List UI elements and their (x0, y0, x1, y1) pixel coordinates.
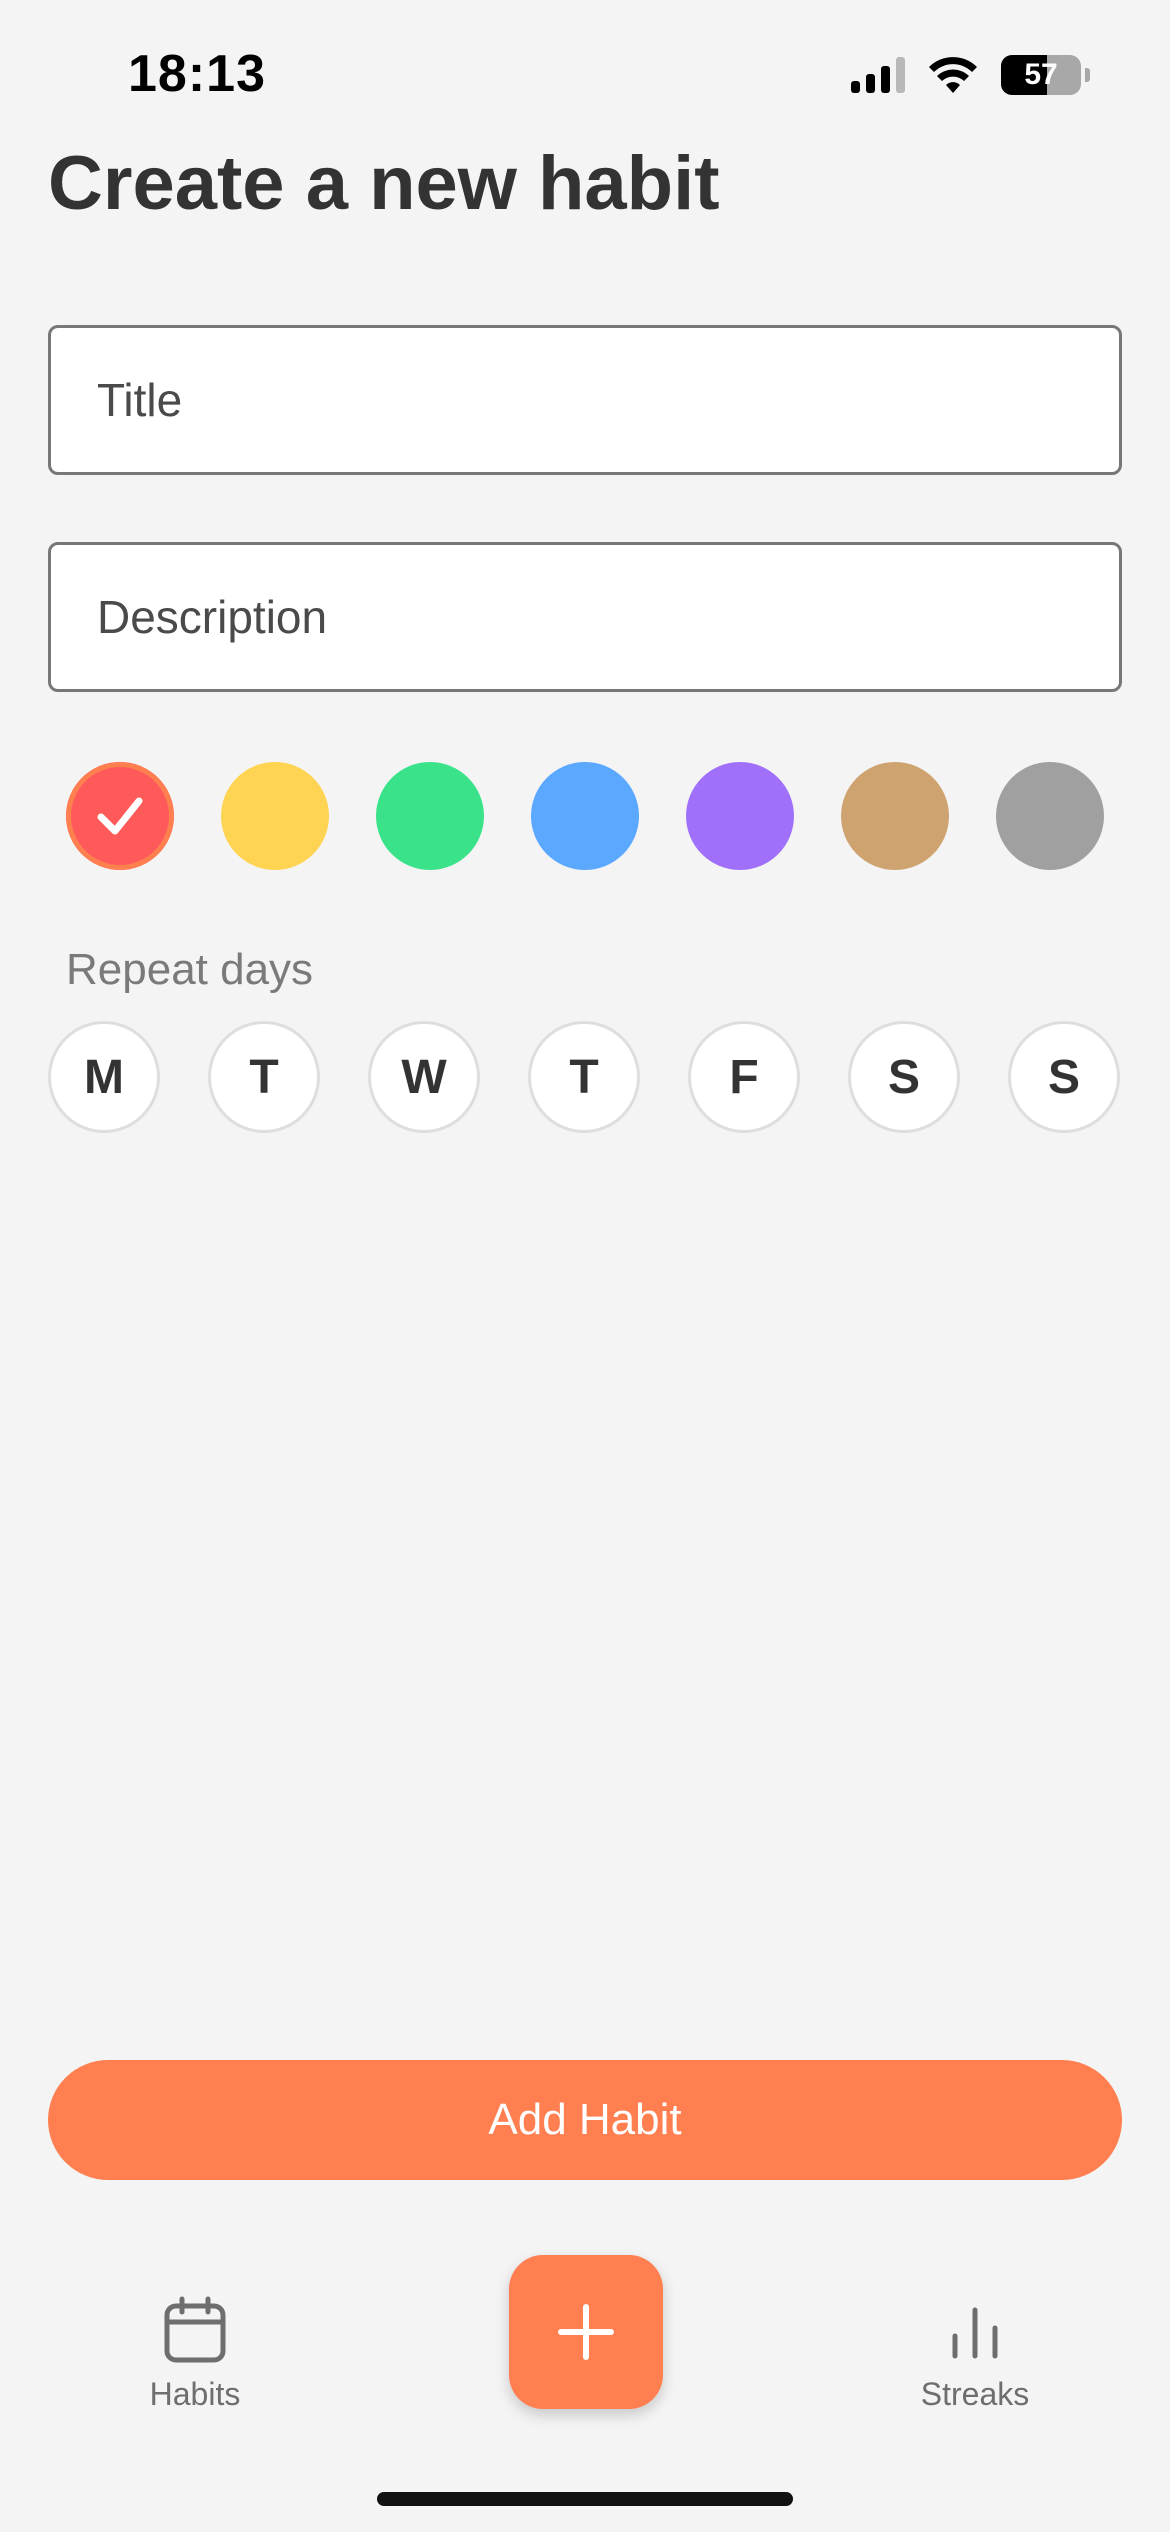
page-title: Create a new habit (48, 141, 720, 226)
add-habit-button[interactable]: Add Habit (48, 2060, 1122, 2180)
repeat-days-label: Repeat days (66, 945, 314, 994)
home-indicator (377, 2492, 793, 2506)
color-swatch-4[interactable] (531, 762, 639, 870)
tab-habits[interactable]: Habits (140, 2296, 250, 2413)
wifi-icon (929, 57, 977, 93)
repeat-days-selector: M T W T F S S (48, 1021, 1120, 1133)
day-friday[interactable]: F (688, 1021, 800, 1133)
color-swatch-1[interactable] (66, 762, 174, 870)
color-picker (66, 762, 1104, 870)
day-monday[interactable]: M (48, 1021, 160, 1133)
tab-streaks-label: Streaks (920, 2376, 1030, 2412)
title-input[interactable] (48, 325, 1122, 475)
create-habit-screen: 18:13 57 Create a new habit Repeat days … (0, 0, 1170, 2532)
calendar-icon (164, 2296, 226, 2363)
cellular-signal-icon (851, 57, 905, 93)
status-icons: 57 (851, 50, 1090, 100)
color-swatch-7[interactable] (996, 762, 1104, 870)
description-input[interactable] (48, 542, 1122, 692)
color-swatch-5[interactable] (686, 762, 794, 870)
status-time: 18:13 (128, 45, 266, 103)
tab-streaks[interactable]: Streaks (910, 2296, 1040, 2413)
day-tuesday[interactable]: T (208, 1021, 320, 1133)
bar-chart-icon (952, 2307, 998, 2359)
day-thursday[interactable]: T (528, 1021, 640, 1133)
checkmark-icon (97, 797, 143, 835)
color-swatch-3[interactable] (376, 762, 484, 870)
color-swatch-2[interactable] (221, 762, 329, 870)
battery-icon: 57 (1001, 55, 1081, 95)
battery-level: 57 (1024, 58, 1058, 91)
add-tab-button[interactable] (509, 2255, 663, 2409)
plus-icon (558, 2304, 614, 2360)
day-sunday[interactable]: S (1008, 1021, 1120, 1133)
day-saturday[interactable]: S (848, 1021, 960, 1133)
day-wednesday[interactable]: W (368, 1021, 480, 1133)
tab-habits-label: Habits (149, 2376, 241, 2412)
color-swatch-6[interactable] (841, 762, 949, 870)
